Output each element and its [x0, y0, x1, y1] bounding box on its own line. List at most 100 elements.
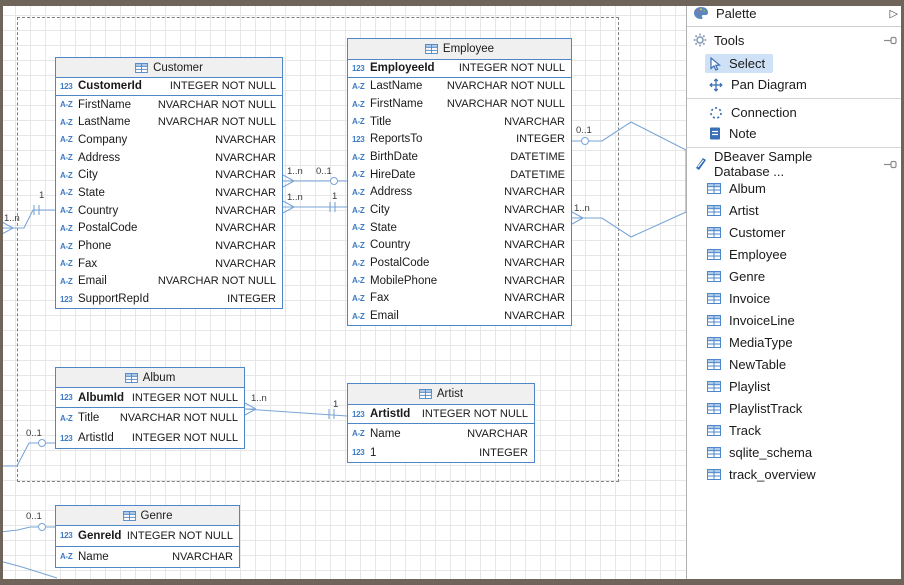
- er-column-row[interactable]: A-ZEmailNVARCHAR: [348, 307, 571, 325]
- table-icon: [125, 373, 138, 383]
- tools-section-title: Tools: [714, 33, 744, 48]
- er-column-row[interactable]: A-ZCountryNVARCHAR: [56, 202, 282, 220]
- text-type-icon: A-Z: [60, 135, 78, 144]
- er-column-row[interactable]: 123ArtistIdINTEGER NOT NULL: [56, 428, 244, 448]
- er-column-row[interactable]: A-ZTitleNVARCHAR NOT NULL: [56, 408, 244, 428]
- er-column-row[interactable]: 123CustomerIdINTEGER NOT NULL: [56, 78, 282, 96]
- sidebar-item-mediatype[interactable]: MediaType: [687, 331, 904, 353]
- er-column-row[interactable]: A-ZEmailNVARCHAR NOT NULL: [56, 273, 282, 291]
- column-name: ArtistId: [78, 432, 114, 444]
- sidebar-item-sqlite_schema[interactable]: sqlite_schema: [687, 441, 904, 463]
- column-name: Address: [78, 152, 120, 164]
- tools-section-header[interactable]: Tools: [687, 27, 904, 53]
- er-table-title: Customer: [153, 62, 203, 74]
- er-column-row[interactable]: 123EmployeeIdINTEGER NOT NULL: [348, 60, 571, 78]
- er-column-row[interactable]: 123SupportRepIdINTEGER: [56, 290, 282, 308]
- sidebar-item-genre[interactable]: Genre: [687, 265, 904, 287]
- er-column-row[interactable]: A-ZPostalCodeNVARCHAR: [56, 220, 282, 238]
- er-table-genre[interactable]: Genre123GenreIdINTEGER NOT NULLA-ZNameNV…: [55, 505, 240, 568]
- er-column-row[interactable]: A-ZCityNVARCHAR: [348, 201, 571, 219]
- er-column-row[interactable]: A-ZStateNVARCHAR: [56, 184, 282, 202]
- column-type: NVARCHAR: [215, 187, 276, 199]
- tool-label: Select: [729, 56, 765, 71]
- er-column-row[interactable]: 123ArtistIdINTEGER NOT NULL: [348, 405, 534, 424]
- er-column-row[interactable]: 123AlbumIdINTEGER NOT NULL: [56, 388, 244, 408]
- er-column-row[interactable]: A-ZNameNVARCHAR: [56, 547, 239, 568]
- connector-employee-self-reference[interactable]: [572, 122, 686, 237]
- connector-offscreen-bottom[interactable]: [0, 561, 57, 578]
- er-column-row[interactable]: A-ZPostalCodeNVARCHAR: [348, 254, 571, 272]
- pin-icon[interactable]: [884, 36, 898, 45]
- database-section-header[interactable]: DBeaver Sample Database ...: [687, 151, 904, 177]
- tool-connection[interactable]: Connection: [687, 102, 904, 123]
- table-icon: [707, 359, 721, 370]
- er-column-row[interactable]: A-ZLastNameNVARCHAR NOT NULL: [348, 78, 571, 96]
- er-column-row[interactable]: A-ZAddressNVARCHAR: [348, 184, 571, 202]
- er-table-header[interactable]: Artist: [348, 384, 534, 405]
- er-table-header[interactable]: Genre: [56, 506, 239, 526]
- er-column-row[interactable]: A-ZStateNVARCHAR: [348, 219, 571, 237]
- sidebar-item-playlist[interactable]: Playlist: [687, 375, 904, 397]
- er-column-row[interactable]: A-ZBirthDateDATETIME: [348, 148, 571, 166]
- connector-offscreen-genre[interactable]: [0, 527, 55, 532]
- er-table-customer[interactable]: Customer123CustomerIdINTEGER NOT NULLA-Z…: [55, 57, 283, 309]
- cardinality-label: 1: [39, 190, 44, 201]
- er-table-album[interactable]: Album123AlbumIdINTEGER NOT NULLA-ZTitleN…: [55, 367, 245, 449]
- sidebar-item-playlisttrack[interactable]: PlaylistTrack: [687, 397, 904, 419]
- sidebar-item-artist[interactable]: Artist: [687, 199, 904, 221]
- sidebar-item-newtable[interactable]: NewTable: [687, 353, 904, 375]
- sidebar-item-album[interactable]: Album: [687, 177, 904, 199]
- cardinality-label: 1..n: [287, 192, 303, 203]
- sidebar-item-employee[interactable]: Employee: [687, 243, 904, 265]
- text-type-icon: A-Z: [60, 224, 78, 233]
- column-type: NVARCHAR: [504, 310, 565, 322]
- er-table-artist[interactable]: Artist123ArtistIdINTEGER NOT NULLA-ZName…: [347, 383, 535, 463]
- er-column-row[interactable]: A-ZCompanyNVARCHAR: [56, 131, 282, 149]
- text-type-icon: A-Z: [60, 100, 78, 109]
- connector-album-artist[interactable]: [245, 409, 347, 416]
- numeric-type-icon: 123: [60, 393, 78, 402]
- sidebar-item-invoice[interactable]: Invoice: [687, 287, 904, 309]
- column-type: NVARCHAR: [467, 428, 528, 440]
- er-column-row[interactable]: A-ZFaxNVARCHAR: [348, 290, 571, 308]
- er-column-row[interactable]: A-ZAddressNVARCHAR: [56, 149, 282, 167]
- er-column-row[interactable]: A-ZLastNameNVARCHAR NOT NULL: [56, 113, 282, 131]
- er-column-row[interactable]: A-ZFirstNameNVARCHAR NOT NULL: [56, 96, 282, 114]
- er-column-row[interactable]: A-ZCountryNVARCHAR: [348, 237, 571, 255]
- er-table-header[interactable]: Customer: [56, 58, 282, 78]
- text-type-icon: A-Z: [352, 241, 370, 250]
- tool-select[interactable]: Select: [687, 53, 904, 74]
- sidebar-item-invoiceline[interactable]: InvoiceLine: [687, 309, 904, 331]
- collapse-arrow-icon[interactable]: ▷: [890, 7, 898, 20]
- tool-note[interactable]: Note: [687, 123, 904, 144]
- column-name: MobilePhone: [370, 275, 437, 287]
- pin-icon[interactable]: [884, 160, 898, 169]
- connector-offscreen-album[interactable]: [2, 443, 55, 466]
- one-marker[interactable]: [329, 409, 334, 419]
- dbeaver-er-diagram-window: 1..n0..11..n11..n0..11..n10..11..n10..1 …: [0, 0, 904, 585]
- er-column-row[interactable]: A-ZHireDateDATETIME: [348, 166, 571, 184]
- column-type: NVARCHAR NOT NULL: [120, 412, 238, 424]
- er-column-row[interactable]: 123GenreIdINTEGER NOT NULL: [56, 526, 239, 547]
- sidebar-item-customer[interactable]: Customer: [687, 221, 904, 243]
- er-column-row[interactable]: A-ZMobilePhoneNVARCHAR: [348, 272, 571, 290]
- tool-pan-diagram[interactable]: Pan Diagram: [687, 74, 904, 95]
- er-column-row[interactable]: 123ReportsToINTEGER: [348, 131, 571, 149]
- er-column-row[interactable]: 1231INTEGER: [348, 443, 534, 462]
- crowfoot-marker[interactable]: [245, 403, 256, 415]
- er-table-header[interactable]: Album: [56, 368, 244, 388]
- er-column-row[interactable]: A-ZFirstNameNVARCHAR NOT NULL: [348, 95, 571, 113]
- er-column-row[interactable]: A-ZNameNVARCHAR: [348, 424, 534, 443]
- palette-header[interactable]: Palette ▷: [687, 0, 904, 27]
- er-table-header[interactable]: Employee: [348, 39, 571, 60]
- er-column-row[interactable]: A-ZPhoneNVARCHAR: [56, 237, 282, 255]
- sidebar-item-track_overview[interactable]: track_overview: [687, 463, 904, 485]
- er-column-row[interactable]: A-ZCityNVARCHAR: [56, 166, 282, 184]
- er-column-row[interactable]: A-ZFaxNVARCHAR: [56, 255, 282, 273]
- numeric-type-icon: 123: [352, 135, 370, 144]
- er-column-row[interactable]: A-ZTitleNVARCHAR: [348, 113, 571, 131]
- diagram-canvas[interactable]: 1..n0..11..n11..n0..11..n10..11..n10..1 …: [0, 0, 686, 585]
- sidebar-item-track[interactable]: Track: [687, 419, 904, 441]
- numeric-type-icon: 123: [60, 531, 78, 540]
- er-table-employee[interactable]: Employee123EmployeeIdINTEGER NOT NULLA-Z…: [347, 38, 572, 326]
